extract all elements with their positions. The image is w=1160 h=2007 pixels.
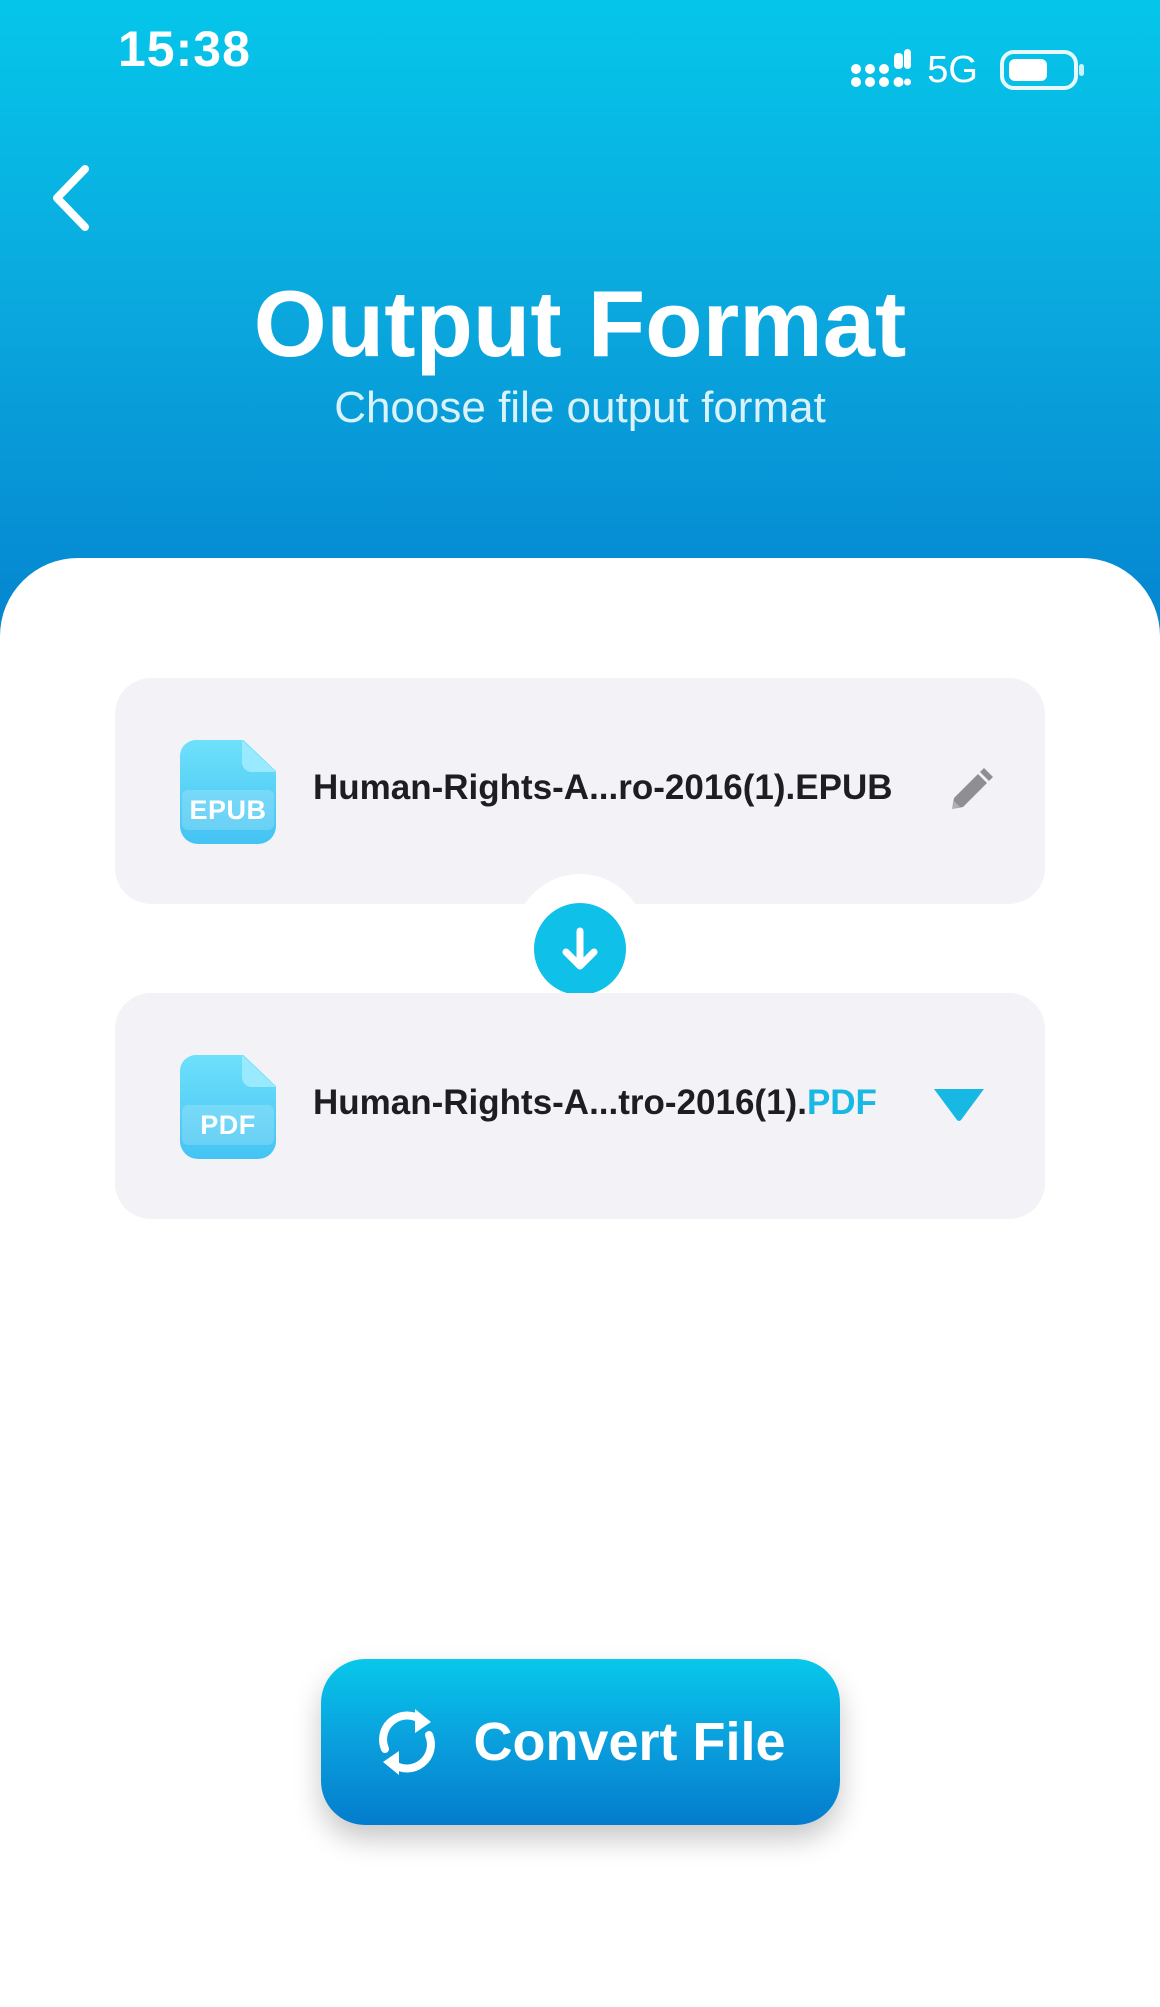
battery-icon	[1000, 50, 1084, 90]
epub-file-icon: EPUB	[180, 740, 276, 844]
page-subtitle: Choose file output format	[334, 383, 826, 432]
status-indicators: 5G	[851, 48, 1086, 92]
pdf-file-icon: PDF	[180, 1055, 276, 1159]
target-file-card[interactable]: PDF Human-Rights-A...tro-2016(1).PDF	[115, 993, 1045, 1219]
target-file-extension[interactable]: PDF	[807, 1083, 877, 1122]
signal-icon	[851, 49, 912, 87]
status-time: 15:38	[118, 21, 251, 77]
convert-direction-indicator	[534, 903, 626, 995]
target-file-name: Human-Rights-A...tro-2016(1).PDF	[313, 1083, 877, 1123]
file-type-badge: PDF	[182, 1105, 274, 1145]
pencil-icon	[952, 768, 993, 809]
format-dropdown-button[interactable]	[931, 1085, 987, 1125]
convert-button-label: Convert File	[473, 1712, 786, 1772]
chevron-left-icon	[53, 165, 89, 231]
output-format-screen: 15:38 5G Output Format Choose file outpu…	[0, 0, 1160, 2007]
source-file-name: Human-Rights-A...ro-2016(1).EPUB	[313, 768, 893, 807]
back-button[interactable]	[36, 158, 106, 238]
network-label: 5G	[927, 48, 978, 91]
edit-filename-button[interactable]	[945, 766, 995, 816]
arrow-down-icon	[562, 927, 598, 970]
target-file-basename: Human-Rights-A...tro-2016(1).	[313, 1083, 807, 1122]
page-title: Output Format	[253, 271, 907, 376]
source-file-card: EPUB Human-Rights-A...ro-2016(1).EPUB	[115, 678, 1045, 904]
refresh-icon	[379, 1709, 436, 1775]
file-type-badge: EPUB	[182, 790, 274, 830]
caret-down-icon	[934, 1089, 984, 1121]
convert-file-button[interactable]: Convert File	[321, 1659, 840, 1825]
